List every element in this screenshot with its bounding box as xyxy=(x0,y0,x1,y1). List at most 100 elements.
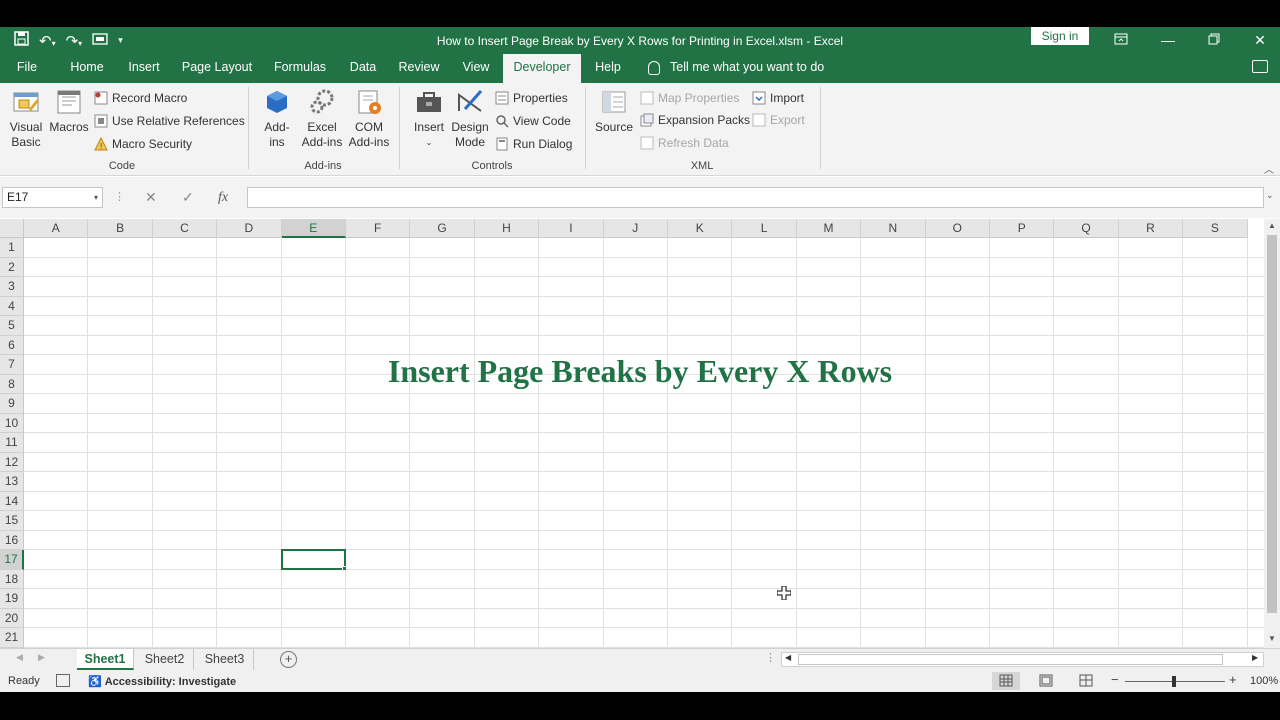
restore-icon[interactable] xyxy=(1194,27,1234,54)
sheet-tab-2[interactable]: Sheet2 xyxy=(136,649,194,670)
add-ins-button[interactable]: Add- ins xyxy=(258,87,296,150)
horizontal-scroll-thumb[interactable] xyxy=(798,654,1223,665)
column-header-r[interactable]: R xyxy=(1118,219,1184,238)
name-box-dropdown-icon[interactable]: ▾ xyxy=(94,188,98,207)
worksheet-grid[interactable]: A B C D E F G H I J K L M N O P Q R S 1 2 3 4 5 6 7 8 9 10 11 12 13 14 15… xyxy=(0,219,1264,648)
refresh-data-button[interactable]: Refresh Data xyxy=(640,134,729,152)
row-header-8[interactable]: 8 xyxy=(0,374,24,394)
cancel-icon[interactable]: ✕ xyxy=(145,187,157,208)
column-header-c[interactable]: C xyxy=(152,219,218,238)
row-header-14[interactable]: 14 xyxy=(0,491,24,511)
sheet-tab-1[interactable]: Sheet1 xyxy=(77,649,134,670)
sign-in-button[interactable]: Sign in xyxy=(1031,27,1089,45)
use-relative-references-button[interactable]: Use Relative References xyxy=(94,112,245,130)
expansion-packs-button[interactable]: Expansion Packs xyxy=(640,111,750,129)
view-code-button[interactable]: View Code xyxy=(495,112,571,130)
column-header-l[interactable]: L xyxy=(732,219,797,238)
column-header-g[interactable]: G xyxy=(410,219,475,238)
formula-bar-options-icon[interactable]: ⋮ xyxy=(114,187,125,208)
column-header-p[interactable]: P xyxy=(990,219,1055,238)
tab-home[interactable]: Home xyxy=(62,54,112,83)
column-header-h[interactable]: H xyxy=(474,219,540,238)
zoom-in-icon[interactable]: + xyxy=(1229,672,1237,687)
tab-insert[interactable]: Insert xyxy=(122,54,166,83)
row-header-3[interactable]: 3 xyxy=(0,277,24,297)
row-header-7[interactable]: 7 xyxy=(0,355,24,375)
collapse-ribbon-icon[interactable]: ︿ xyxy=(1264,161,1274,176)
row-header-13[interactable]: 13 xyxy=(0,472,24,492)
column-header-o[interactable]: O xyxy=(925,219,990,238)
row-header-19[interactable]: 19 xyxy=(0,589,24,609)
row-header-1[interactable]: 1 xyxy=(0,238,24,258)
row-header-21[interactable]: 21 xyxy=(0,628,24,648)
properties-button[interactable]: Properties xyxy=(495,89,568,107)
tell-me-search[interactable]: Tell me what you want to do xyxy=(648,54,824,83)
column-header-k[interactable]: K xyxy=(668,219,733,238)
tab-splitter-icon[interactable]: ⋮ xyxy=(765,651,776,664)
column-header-s[interactable]: S xyxy=(1183,219,1248,238)
design-mode-button[interactable]: Design Mode xyxy=(450,87,490,150)
row-header-4[interactable]: 4 xyxy=(0,296,24,316)
row-header-2[interactable]: 2 xyxy=(0,257,24,277)
row-header-17[interactable]: 17 xyxy=(0,550,24,570)
scroll-left-icon[interactable]: ◀ xyxy=(785,653,791,662)
excel-add-ins-button[interactable]: Excel Add-ins xyxy=(299,87,345,150)
row-header-9[interactable]: 9 xyxy=(0,394,24,414)
row-header-11[interactable]: 11 xyxy=(0,433,24,453)
vertical-scroll-thumb[interactable] xyxy=(1267,235,1277,613)
row-header-15[interactable]: 15 xyxy=(0,511,24,531)
map-properties-button[interactable]: Map Properties xyxy=(640,89,739,107)
column-header-m[interactable]: M xyxy=(796,219,862,238)
column-header-q[interactable]: Q xyxy=(1054,219,1119,238)
row-header-18[interactable]: 18 xyxy=(0,569,24,589)
column-header-d[interactable]: D xyxy=(217,219,282,238)
xml-export-button[interactable]: Export xyxy=(752,111,805,129)
horizontal-scrollbar[interactable]: ◀ ▶ xyxy=(781,652,1264,667)
close-icon[interactable]: ✕ xyxy=(1240,27,1280,54)
enter-icon[interactable]: ✓ xyxy=(182,187,194,208)
minimize-icon[interactable]: — xyxy=(1148,27,1188,54)
com-add-ins-button[interactable]: COM Add-ins xyxy=(346,87,392,150)
column-header-b[interactable]: B xyxy=(88,219,153,238)
record-macro-button[interactable]: Record Macro xyxy=(94,89,187,107)
visual-basic-button[interactable]: Visual Basic xyxy=(6,87,46,150)
macro-security-button[interactable]: ! Macro Security xyxy=(94,135,192,153)
insert-function-icon[interactable]: fx xyxy=(218,187,228,208)
name-box[interactable]: E17 ▾ xyxy=(2,187,103,208)
row-header-16[interactable]: 16 xyxy=(0,530,24,550)
tab-data[interactable]: Data xyxy=(342,54,384,83)
tab-file[interactable]: File xyxy=(6,54,48,83)
next-sheet-icon[interactable]: ▶ xyxy=(38,652,45,663)
column-header-a[interactable]: A xyxy=(24,219,89,238)
prev-sheet-icon[interactable]: ◀ xyxy=(16,652,23,663)
fill-handle[interactable] xyxy=(342,565,347,571)
row-header-6[interactable]: 6 xyxy=(0,335,24,355)
tab-page-layout[interactable]: Page Layout xyxy=(178,54,256,83)
zoom-slider-thumb[interactable] xyxy=(1172,676,1176,687)
tab-developer[interactable]: Developer xyxy=(503,54,581,83)
column-header-f[interactable]: F xyxy=(346,219,411,238)
ribbon-display-icon[interactable] xyxy=(1101,27,1141,54)
column-header-i[interactable]: I xyxy=(539,219,604,238)
column-header-n[interactable]: N xyxy=(861,219,926,238)
sheet-title-text[interactable]: Insert Page Breaks by Every X Rows xyxy=(24,353,1256,390)
page-layout-view-button[interactable] xyxy=(1032,672,1060,690)
select-all-corner[interactable] xyxy=(0,219,24,238)
row-header-12[interactable]: 12 xyxy=(0,452,24,472)
zoom-out-icon[interactable]: − xyxy=(1111,672,1119,687)
row-header-10[interactable]: 10 xyxy=(0,413,24,433)
macros-button[interactable]: Macros xyxy=(48,87,90,135)
macro-recording-icon[interactable] xyxy=(56,674,70,687)
sheet-tab-3[interactable]: Sheet3 xyxy=(196,649,254,670)
row-header-20[interactable]: 20 xyxy=(0,608,24,628)
vertical-scrollbar[interactable]: ▲ ▼ xyxy=(1264,219,1280,648)
tab-help[interactable]: Help xyxy=(588,54,628,83)
scroll-down-icon[interactable]: ▼ xyxy=(1266,634,1278,648)
comments-icon[interactable] xyxy=(1252,60,1268,73)
add-sheet-icon[interactable]: + xyxy=(280,651,297,668)
column-header-j[interactable]: J xyxy=(603,219,668,238)
tab-view[interactable]: View xyxy=(454,54,498,83)
xml-source-button[interactable]: Source xyxy=(594,87,634,135)
active-cell[interactable] xyxy=(280,549,346,570)
insert-control-button[interactable]: Insert ⌄ xyxy=(410,87,448,150)
